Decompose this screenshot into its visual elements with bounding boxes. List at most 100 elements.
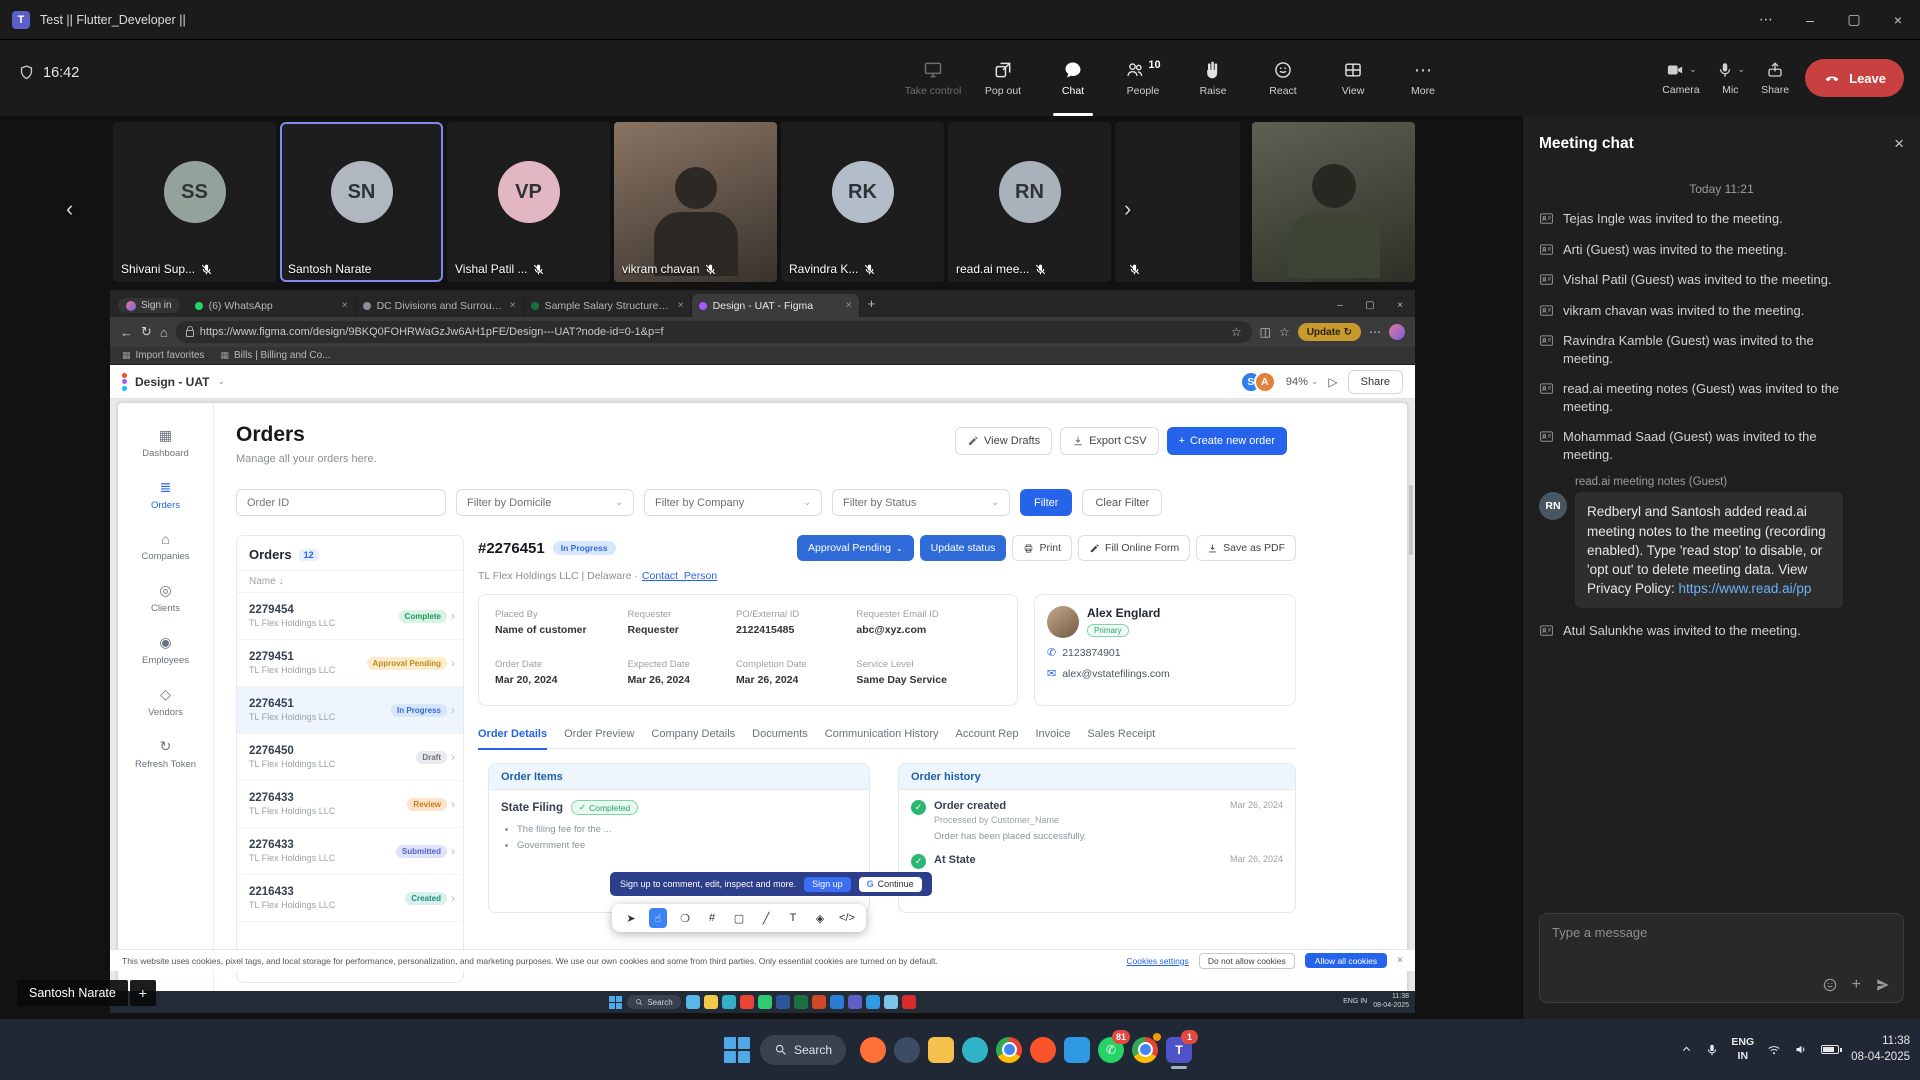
taskbar-app-button[interactable]	[1128, 1028, 1162, 1072]
figma-tool-icon[interactable]: ▢	[730, 908, 748, 928]
filter-domicile-select[interactable]: Filter by Domicile⌄	[456, 489, 634, 516]
sidebar-item[interactable]: ◎ Clients	[151, 582, 180, 614]
sidebar-item[interactable]: ▦ Dashboard	[142, 427, 188, 459]
more-button[interactable]: ⋯ More	[1388, 40, 1458, 116]
browser-profile-avatar[interactable]	[1389, 324, 1405, 340]
taskbar-app-icon[interactable]	[812, 995, 826, 1009]
share-button[interactable]: Share	[1761, 61, 1789, 96]
continue-with-google-button[interactable]: G Continue	[859, 877, 922, 892]
save-as-pdf-button[interactable]: Save as PDF	[1196, 535, 1296, 561]
battery-icon[interactable]	[1821, 1045, 1839, 1054]
order-row[interactable]: 2276450 TL Flex Holdings LLC Draft ›	[237, 734, 463, 781]
name-column-header[interactable]: Name ↓	[249, 576, 283, 587]
home-icon[interactable]: ⌂	[160, 325, 168, 340]
leave-button[interactable]: Leave	[1805, 59, 1904, 97]
language-indicator[interactable]: ENGIN	[1731, 1036, 1754, 1062]
taskbar-app-icon[interactable]	[776, 995, 790, 1009]
detail-tab[interactable]: Company Details	[651, 728, 735, 748]
refresh-icon[interactable]: ↻	[141, 324, 152, 340]
window-more-icon[interactable]: ⋯	[1744, 0, 1788, 39]
figma-tool-icon[interactable]: T	[784, 908, 802, 928]
participant-tile[interactable]: RK Ravindra K...	[781, 122, 944, 282]
figma-file-name[interactable]: Design - UAT	[135, 375, 209, 389]
browser-tab[interactable]: DC Divisions and Surroundings ×	[356, 294, 524, 317]
pop-out-button[interactable]: Pop out	[968, 40, 1038, 116]
taskbar-app-icon[interactable]	[722, 995, 736, 1009]
export-csv-button[interactable]: Export CSV	[1060, 427, 1158, 455]
camera-button[interactable]: ⌄ Camera	[1662, 61, 1699, 96]
participant-tile[interactable]: vikram chavan	[614, 122, 777, 282]
cookie-settings-link[interactable]: Cookies settings	[1126, 956, 1188, 966]
taskbar-app-icon[interactable]	[758, 995, 772, 1009]
figma-tool-icon[interactable]: ❍	[676, 908, 694, 928]
sidebar-item[interactable]: ◇ Vendors	[148, 686, 183, 718]
window-close-icon[interactable]: ×	[1876, 0, 1920, 39]
taskbar-app-icon[interactable]	[686, 995, 700, 1009]
filter-clear-button[interactable]: Clear Filter	[1082, 489, 1162, 516]
taskbar-app-button[interactable]	[958, 1028, 992, 1072]
allow-cookies-button[interactable]: Allow all cookies	[1305, 953, 1387, 968]
pin-layout-icon[interactable]: +	[130, 980, 156, 1006]
browser-tab[interactable]: Sample Salary Structure with cal... ×	[524, 294, 692, 317]
taskbar-app-icon[interactable]	[740, 995, 754, 1009]
start-button[interactable]	[724, 1037, 750, 1063]
figma-tool-icon[interactable]: ☝	[649, 908, 667, 928]
taskbar-app-button[interactable]	[890, 1028, 924, 1072]
cookie-close-icon[interactable]: ×	[1397, 955, 1403, 966]
taskbar-app-icon[interactable]	[848, 995, 862, 1009]
react-button[interactable]: React	[1248, 40, 1318, 116]
chat-input-box[interactable]: +	[1539, 913, 1904, 1003]
figma-tool-icon[interactable]: ➤	[622, 908, 640, 928]
carousel-left-icon[interactable]: ‹	[66, 196, 73, 222]
order-row[interactable]: 2276451 TL Flex Holdings LLC In Progress…	[237, 687, 463, 734]
scrollbar[interactable]	[1409, 485, 1413, 555]
browser-maximize-icon[interactable]: ▢	[1355, 293, 1385, 317]
taskbar-app-button[interactable]	[1060, 1028, 1094, 1072]
raise-hand-button[interactable]: Raise	[1178, 40, 1248, 116]
fill-online-form-button[interactable]: Fill Online Form	[1078, 535, 1190, 561]
tab-close-icon[interactable]: ×	[846, 300, 852, 311]
taskbar-clock[interactable]: 11:3808-04-2025	[1851, 1034, 1910, 1065]
taskbar-app-button[interactable]: T 1	[1162, 1028, 1196, 1072]
browser-tab[interactable]: Design - UAT - Figma ×	[692, 294, 860, 317]
detail-tab[interactable]: Sales Receipt	[1087, 728, 1155, 748]
wifi-icon[interactable]	[1766, 1043, 1782, 1057]
tab-close-icon[interactable]: ×	[342, 300, 348, 311]
filter-apply-button[interactable]: Filter	[1020, 489, 1072, 516]
taskbar-app-icon[interactable]	[794, 995, 808, 1009]
sidebar-item[interactable]: ≣ Orders	[151, 479, 180, 511]
detail-tab[interactable]: Account Rep	[956, 728, 1019, 748]
figma-share-button[interactable]: Share	[1348, 370, 1403, 394]
message-input[interactable]	[1552, 925, 1891, 940]
taskbar-app-button[interactable]	[924, 1028, 958, 1072]
split-screen-icon[interactable]: ◫	[1260, 325, 1271, 339]
figma-tool-icon[interactable]: ◈	[811, 908, 829, 928]
detail-tab[interactable]: Order Preview	[564, 728, 634, 748]
detail-tab[interactable]: Order Details	[478, 728, 547, 748]
taskbar-app-icon[interactable]	[830, 995, 844, 1009]
order-row[interactable]: 2279451 TL Flex Holdings LLC Approval Pe…	[237, 640, 463, 687]
figma-logo-icon[interactable]	[122, 373, 127, 391]
participant-tile[interactable]	[1115, 122, 1240, 282]
taskbar-app-icon[interactable]	[704, 995, 718, 1009]
favorite-item[interactable]: ▦ Import favorites	[122, 350, 204, 361]
sidebar-item[interactable]: ⌂ Companies	[141, 531, 189, 562]
back-icon[interactable]: ←	[120, 325, 133, 340]
taskbar-app-icon[interactable]	[866, 995, 880, 1009]
figma-tool-icon[interactable]: </>	[838, 908, 856, 928]
participant-tile[interactable]: SN Santosh Narate	[280, 122, 443, 282]
detail-tab[interactable]: Invoice	[1035, 728, 1070, 748]
chat-close-icon[interactable]: ×	[1894, 134, 1904, 154]
volume-icon[interactable]	[1794, 1042, 1809, 1057]
order-row[interactable]: 2276433 TL Flex Holdings LLC Submitted ›	[237, 828, 463, 875]
tab-close-icon[interactable]: ×	[510, 300, 516, 311]
window-maximize-icon[interactable]: ▢	[1832, 0, 1876, 39]
participant-tile[interactable]: RN read.ai mee...	[948, 122, 1111, 282]
taskbar-app-button[interactable]	[856, 1028, 890, 1072]
browser-minimize-icon[interactable]: –	[1325, 293, 1355, 317]
tray-chevron-up-icon[interactable]	[1680, 1043, 1693, 1056]
sidebar-item[interactable]: ◉ Employees	[142, 634, 189, 666]
collaborator-avatar[interactable]: A	[1254, 371, 1276, 393]
browser-close-icon[interactable]: ×	[1385, 293, 1415, 317]
carousel-right-icon[interactable]: ›	[1124, 196, 1131, 222]
